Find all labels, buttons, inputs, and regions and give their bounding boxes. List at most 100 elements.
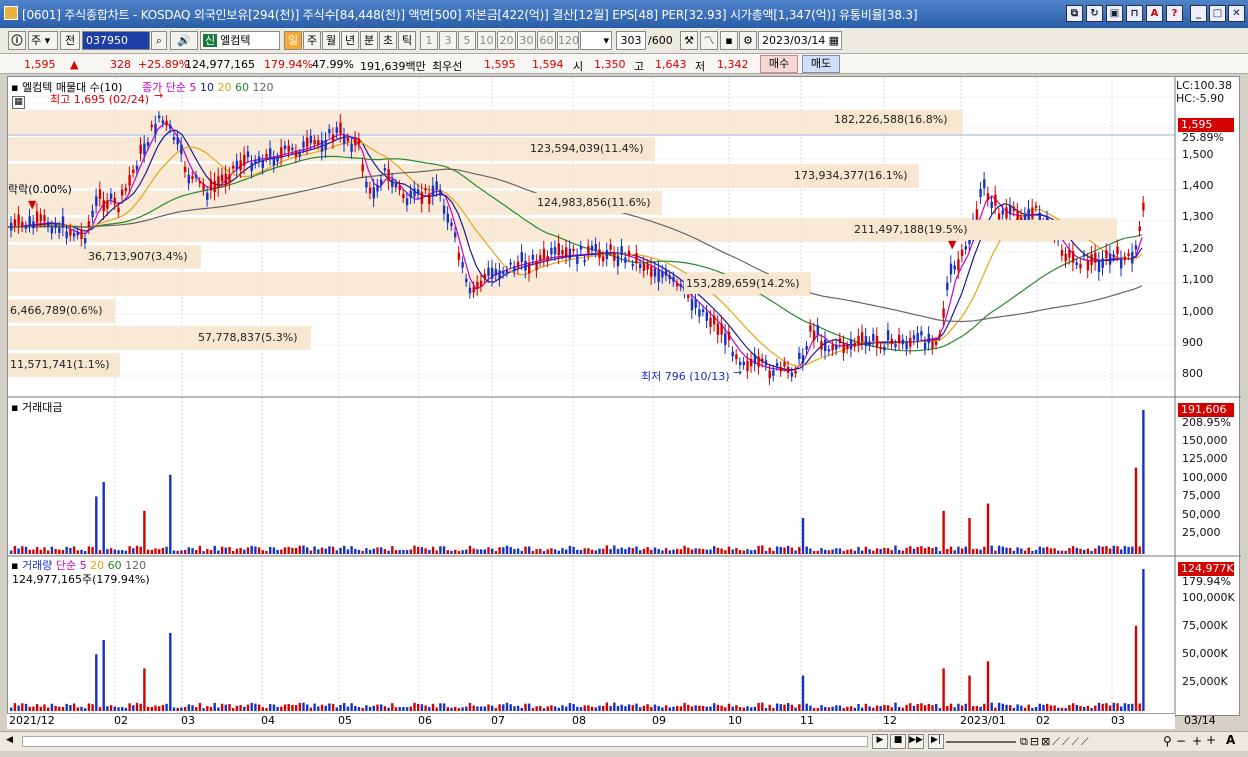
interval-10[interactable]: 10 xyxy=(477,31,496,50)
stock-name-field[interactable]: 신 엘컴텍 xyxy=(200,31,280,50)
amount-bar xyxy=(1120,549,1123,554)
candle-body xyxy=(39,214,42,221)
window-icon[interactable]: ▣ xyxy=(1106,5,1123,22)
candle-body xyxy=(568,248,572,260)
text-size-icon[interactable]: A xyxy=(1226,733,1235,747)
play-icon[interactable]: ▶ xyxy=(872,734,888,749)
candle-body xyxy=(354,137,357,146)
count-input[interactable]: 303 xyxy=(616,31,646,50)
date-input[interactable]: 2023/03/14 ▦ xyxy=(758,31,842,50)
code-input[interactable]: 037950 xyxy=(82,31,150,50)
amount-bar xyxy=(542,551,546,554)
sell-button[interactable]: 매도 xyxy=(802,55,840,73)
interval-1[interactable]: 1 xyxy=(420,31,438,50)
amount-bar xyxy=(653,547,657,554)
current-price: 1,595 xyxy=(24,58,56,71)
speaker-icon[interactable]: 🔊 xyxy=(170,31,198,50)
candle-body xyxy=(102,200,105,212)
candle-body xyxy=(224,173,227,185)
prev-button[interactable]: 전 xyxy=(60,31,80,50)
candle-body xyxy=(428,193,431,205)
chart-canvas[interactable] xyxy=(8,77,1241,717)
candle-body xyxy=(1142,202,1145,211)
amount-bar xyxy=(409,549,412,554)
zoom-in-icon[interactable]: + xyxy=(1192,734,1202,748)
scrollbar-track[interactable] xyxy=(22,736,868,747)
candle-body xyxy=(631,264,634,267)
amount-bar xyxy=(1020,548,1023,554)
stop-icon[interactable]: ■ xyxy=(890,734,906,749)
volume-bar xyxy=(783,704,786,711)
link-icon[interactable]: ⧉ xyxy=(1066,5,1083,22)
magnify-icon[interactable]: ⚲ xyxy=(1163,734,1172,748)
period-minute[interactable]: 분 xyxy=(360,31,378,50)
amount-bar xyxy=(35,547,39,554)
step-forward-icon[interactable]: ▶▶ xyxy=(908,734,924,749)
amount-current-tag: 191,606 xyxy=(1178,403,1234,417)
end-icon[interactable]: ▶| xyxy=(928,734,944,749)
chart-area[interactable] xyxy=(7,76,1241,717)
interval-3[interactable]: 3 xyxy=(439,31,457,50)
search-icon[interactable]: ⌕ xyxy=(151,31,167,50)
candle-body xyxy=(372,187,375,199)
chart-icon[interactable]: 〽 xyxy=(700,31,718,50)
period-tick[interactable]: 틱 xyxy=(398,31,416,50)
volume-bar xyxy=(539,705,542,711)
drawing-tools-icon[interactable]: ⧉⊟⊠⟋⟋⟋⟋ xyxy=(1020,735,1091,749)
zoom-in-icon[interactable]: + xyxy=(1206,733,1216,747)
candle-body xyxy=(846,345,849,350)
amount-bar xyxy=(354,548,357,554)
zoom-out-icon[interactable]: − xyxy=(1176,734,1186,748)
period-week[interactable]: 주 xyxy=(303,31,321,50)
pin-icon[interactable]: ⊓ xyxy=(1126,5,1143,22)
interval-30[interactable]: 30 xyxy=(517,31,536,50)
volume-bar xyxy=(775,703,779,711)
interval-20[interactable]: 20 xyxy=(497,31,516,50)
x-tick: 03 xyxy=(181,714,195,727)
lc-label: LC:100.38 xyxy=(1176,79,1233,92)
amount-bar xyxy=(117,550,120,554)
period-second[interactable]: 초 xyxy=(379,31,397,50)
minimize-icon[interactable]: _ xyxy=(1190,5,1207,22)
help-icon[interactable]: ? xyxy=(1166,5,1183,22)
candle-body xyxy=(80,230,83,240)
interval-120[interactable]: 120 xyxy=(557,31,579,50)
close-icon[interactable]: ✕ xyxy=(1228,5,1245,22)
volume-bar xyxy=(979,706,982,711)
amount-bar xyxy=(1086,548,1090,554)
volume-bar xyxy=(905,704,908,711)
ask-price: 1,595 xyxy=(484,58,516,71)
interval-60[interactable]: 60 xyxy=(537,31,556,50)
scroll-left-icon[interactable]: ◀ xyxy=(6,735,20,748)
collapse-icon[interactable]: ▪ xyxy=(11,81,18,94)
market-select[interactable]: 주 ▾ xyxy=(28,31,58,50)
maximize-icon[interactable]: □ xyxy=(1209,5,1226,22)
interval-select[interactable]: ▾ xyxy=(580,31,612,50)
grid-toggle-icon[interactable]: ▦ xyxy=(12,96,25,109)
period-day[interactable]: 일 xyxy=(284,31,302,50)
font-icon[interactable]: A xyxy=(1146,5,1163,22)
volume-bar xyxy=(235,705,239,711)
volume-bar xyxy=(331,703,335,711)
settings-icon[interactable]: ⚙ xyxy=(739,31,757,50)
period-month[interactable]: 월 xyxy=(322,31,340,50)
x-tick: 11 xyxy=(800,714,814,727)
amount-bar xyxy=(91,547,94,554)
amount-bar xyxy=(1138,546,1141,554)
amount-bar xyxy=(32,549,35,554)
calendar-icon[interactable]: ▦ xyxy=(829,32,839,49)
tool-icon[interactable]: ⚒ xyxy=(680,31,698,50)
amount-bar xyxy=(368,549,372,554)
period-year[interactable]: 년 xyxy=(341,31,359,50)
interval-5[interactable]: 5 xyxy=(458,31,476,50)
candle-body xyxy=(1097,260,1101,273)
info-icon[interactable]: ⓘ xyxy=(8,31,26,50)
refresh-icon[interactable]: ↻ xyxy=(1086,5,1103,22)
amount-bar xyxy=(287,546,290,554)
candle-body xyxy=(664,270,668,276)
zoom-slider[interactable] xyxy=(946,741,1016,743)
buy-button[interactable]: 매수 xyxy=(760,55,798,73)
save-icon[interactable]: ▪ xyxy=(720,31,738,50)
volume-bar xyxy=(461,707,464,711)
volume-bar xyxy=(724,707,727,711)
